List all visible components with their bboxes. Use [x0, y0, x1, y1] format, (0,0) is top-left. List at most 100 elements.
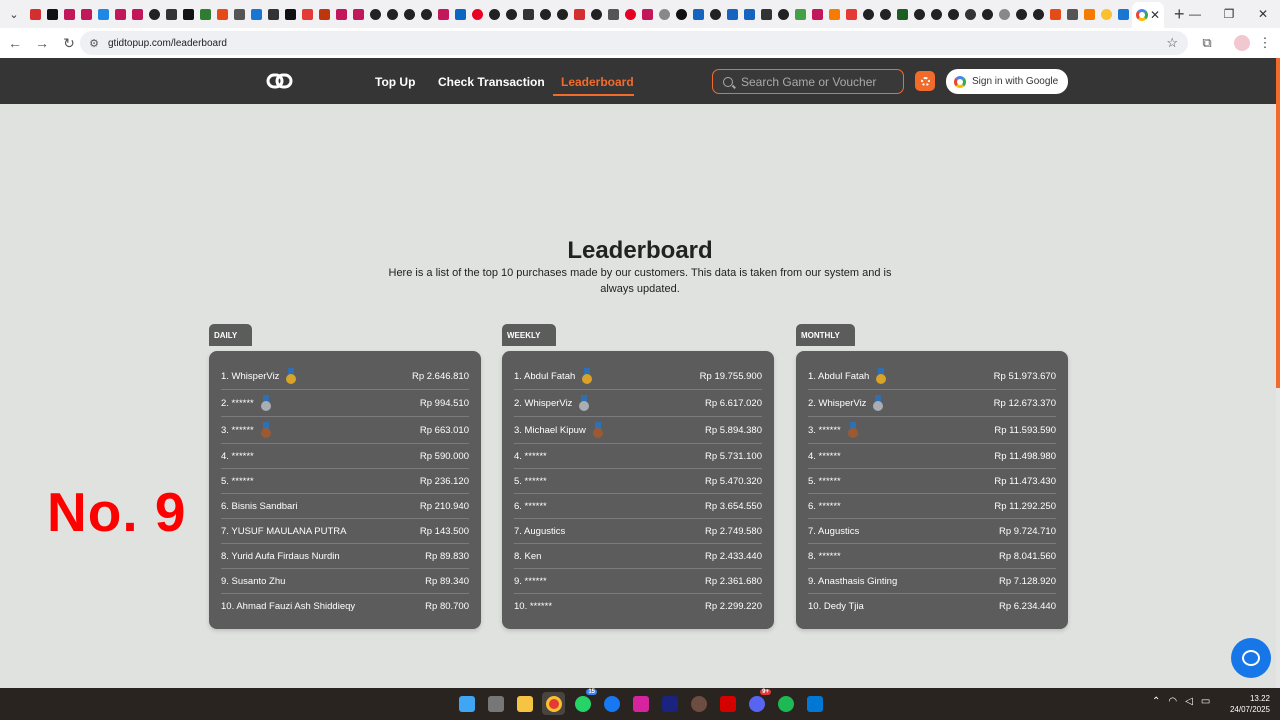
clock[interactable]: 13.22 24/07/2025	[1222, 693, 1270, 715]
profile-avatar[interactable]	[1234, 35, 1250, 51]
tab-favicon[interactable]	[690, 3, 707, 25]
tab-favicon[interactable]	[129, 3, 146, 25]
minimize-button[interactable]: —	[1178, 0, 1212, 28]
whatsapp-icon[interactable]: 15	[571, 689, 597, 715]
tab-favicon[interactable]	[809, 3, 826, 25]
tab-favicon[interactable]	[1098, 3, 1115, 25]
tab-favicon[interactable]	[1047, 3, 1064, 25]
tab-favicon[interactable]	[469, 3, 486, 25]
tab-favicon[interactable]	[826, 3, 843, 25]
app-l-icon[interactable]	[658, 692, 681, 715]
back-button[interactable]: ←	[3, 31, 27, 55]
tab-favicon[interactable]	[214, 3, 231, 25]
tab-favicon[interactable]	[792, 3, 809, 25]
task-view-icon[interactable]	[484, 692, 507, 715]
windows-start-icon[interactable]	[455, 692, 478, 715]
chrome-icon[interactable]	[542, 692, 565, 715]
tab-favicon[interactable]	[350, 3, 367, 25]
tab-favicon[interactable]	[962, 3, 979, 25]
close-window-button[interactable]: ✕	[1246, 0, 1280, 28]
maximize-button[interactable]: ❐	[1212, 0, 1246, 28]
tab-favicon[interactable]	[231, 3, 248, 25]
vscode-icon[interactable]	[803, 692, 826, 715]
url-text[interactable]: gtidtopup.com/leaderboard	[108, 38, 227, 49]
settings-button[interactable]	[915, 71, 935, 91]
tab-favicon[interactable]	[571, 3, 588, 25]
github-icon[interactable]	[860, 3, 877, 25]
tab-favicon[interactable]	[605, 3, 622, 25]
reload-button[interactable]: ↻	[57, 31, 81, 55]
active-tab[interactable]: ✕	[1132, 2, 1164, 28]
tab-favicon[interactable]	[95, 3, 112, 25]
tab-favicon[interactable]	[1081, 3, 1098, 25]
github-icon[interactable]	[928, 3, 945, 25]
tab-favicon[interactable]	[622, 3, 639, 25]
github-icon[interactable]	[418, 3, 435, 25]
tab-favicon[interactable]	[112, 3, 129, 25]
instagram-icon[interactable]	[629, 692, 652, 715]
tab-favicon[interactable]	[1064, 3, 1081, 25]
wifi-icon[interactable]: ◠	[1168, 696, 1177, 707]
github-icon[interactable]	[384, 3, 401, 25]
tab-favicon[interactable]	[520, 3, 537, 25]
search-box[interactable]	[712, 69, 904, 94]
tab-favicon[interactable]	[27, 3, 44, 25]
file-explorer-icon[interactable]	[513, 692, 536, 715]
tab-favicon[interactable]	[435, 3, 452, 25]
tab-favicon[interactable]	[299, 3, 316, 25]
github-icon[interactable]	[707, 3, 724, 25]
tab-favicon[interactable]	[197, 3, 214, 25]
battery-icon[interactable]: ▭	[1201, 696, 1210, 707]
github-icon[interactable]	[554, 3, 571, 25]
address-bar[interactable]: ⚙ gtidtopup.com/leaderboard ☆	[80, 31, 1188, 55]
scrollbar-thumb[interactable]	[1276, 58, 1280, 388]
tab-favicon[interactable]	[180, 3, 197, 25]
tab-favicon[interactable]	[265, 3, 282, 25]
search-input[interactable]	[741, 74, 901, 89]
tab-favicon[interactable]	[316, 3, 333, 25]
tab-favicon[interactable]	[78, 3, 95, 25]
close-tab-icon[interactable]: ✕	[1150, 8, 1160, 22]
github-icon[interactable]	[877, 3, 894, 25]
site-info-icon[interactable]: ⚙	[86, 37, 102, 50]
github-icon[interactable]	[1030, 3, 1047, 25]
github-icon[interactable]	[979, 3, 996, 25]
github-icon[interactable]	[486, 3, 503, 25]
tab-favicon[interactable]	[333, 3, 350, 25]
chevron-up-icon[interactable]: ⌃	[1152, 696, 1160, 707]
tab-favicon[interactable]	[452, 3, 469, 25]
nav-check-transaction[interactable]: Check Transaction	[438, 75, 545, 89]
github-icon[interactable]	[911, 3, 928, 25]
tab-favicon[interactable]	[44, 3, 61, 25]
tab-favicon[interactable]	[61, 3, 78, 25]
app-icon[interactable]	[716, 692, 739, 715]
tab-favicon[interactable]	[163, 3, 180, 25]
tab-favicon[interactable]	[758, 3, 775, 25]
tab-favicon[interactable]	[996, 3, 1013, 25]
discord-icon[interactable]: 9+	[745, 689, 771, 715]
tab-favicon[interactable]	[724, 3, 741, 25]
tab-favicon[interactable]	[248, 3, 265, 25]
github-icon[interactable]	[503, 3, 520, 25]
github-icon[interactable]	[1013, 3, 1030, 25]
nav-top-up[interactable]: Top Up	[375, 75, 415, 89]
spotify-icon[interactable]	[774, 692, 797, 715]
nav-leaderboard[interactable]: Leaderboard	[561, 75, 634, 89]
tab-favicon[interactable]	[894, 3, 911, 25]
tab-favicon[interactable]	[741, 3, 758, 25]
github-icon[interactable]	[146, 3, 163, 25]
github-icon[interactable]	[945, 3, 962, 25]
tab-favicon[interactable]	[656, 3, 673, 25]
chat-button[interactable]	[1231, 638, 1271, 678]
tab-favicon[interactable]	[843, 3, 860, 25]
github-icon[interactable]	[588, 3, 605, 25]
volume-icon[interactable]: ◁	[1185, 696, 1193, 707]
forward-button[interactable]: →	[30, 31, 54, 55]
github-icon[interactable]	[401, 3, 418, 25]
tab-favicon[interactable]	[282, 3, 299, 25]
facebook-icon[interactable]	[600, 692, 623, 715]
extensions-icon[interactable]: ⧉	[1198, 31, 1216, 55]
app-icon[interactable]	[687, 692, 710, 715]
github-icon[interactable]	[367, 3, 384, 25]
tab-search-chevron-icon[interactable]: ⌄	[3, 3, 25, 25]
